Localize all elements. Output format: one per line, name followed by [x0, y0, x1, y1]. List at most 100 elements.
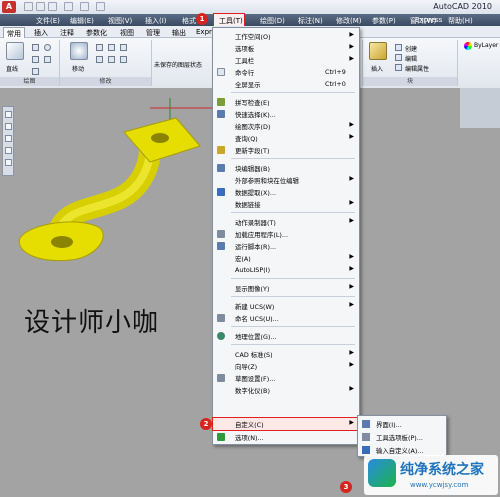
menu-item-workspace[interactable]: 工作空间(O) ▶ — [213, 30, 359, 42]
menu-item-load-application[interactable]: 加载应用程序(L)... — [213, 228, 359, 240]
menu-item-spell-check[interactable]: 拼写检查(E) — [213, 96, 359, 108]
menu-view[interactable]: 视图(V) — [108, 16, 132, 26]
new-icon[interactable] — [24, 2, 33, 11]
circle-icon[interactable] — [44, 44, 51, 51]
menu-item-command-line[interactable]: 命令行 Ctrl+9 — [213, 66, 359, 78]
menu-item-fullscreen[interactable]: 全屏显示 Ctrl+0 — [213, 78, 359, 90]
create-label[interactable]: 创建 — [405, 44, 417, 53]
menu-item-named-ucs[interactable]: 命名 UCS(U)... — [213, 312, 359, 324]
tab-parametric[interactable]: 参数化 — [86, 28, 107, 38]
hatch-icon[interactable] — [32, 68, 39, 75]
menu-draw[interactable]: 绘图(D) — [260, 16, 285, 26]
plot-icon[interactable] — [96, 2, 105, 11]
menu-item-toolbars[interactable]: 工具栏 ▶ — [213, 54, 359, 66]
chevron-right-icon: ▶ — [349, 121, 354, 128]
tab-output[interactable]: 输出 — [172, 28, 186, 38]
undo-icon[interactable] — [64, 2, 73, 11]
copy-icon[interactable] — [120, 44, 127, 51]
menu-item-cad-standards[interactable]: CAD 标准(S) ▶ — [213, 348, 359, 360]
layer-state[interactable]: 未保存的图层状态 — [154, 60, 202, 69]
menu-item-display-image[interactable]: 显示图像(Y) ▶ — [213, 282, 359, 294]
menu-item-tablet[interactable]: 数字化仪(B) ▶ — [213, 384, 359, 396]
rectangle-icon[interactable] — [44, 56, 51, 63]
menu-parametric[interactable]: 参数(P) — [372, 16, 396, 26]
tool-icon-3[interactable] — [5, 135, 12, 142]
submenu-item-tool-palettes[interactable]: 工具选项板(P)... — [358, 431, 446, 443]
menu-item-autolisp[interactable]: AutoLISP(I) ▶ — [213, 264, 359, 276]
menu-item-update-fields[interactable]: 更新字段(T) — [213, 144, 359, 156]
menu-item-wizards[interactable]: 向导(Z) ▶ — [213, 360, 359, 372]
autocad-logo-icon[interactable]: A — [2, 1, 16, 13]
edit-attribute-label[interactable]: 编辑属性 — [405, 64, 429, 73]
arc-icon[interactable] — [32, 56, 39, 63]
submenu-item-interface[interactable]: 界面(I)... — [358, 418, 446, 430]
draw-group: 直线 绘图 — [0, 40, 60, 86]
create-block-icon[interactable] — [395, 44, 402, 51]
tool-icon-5[interactable] — [5, 159, 12, 166]
move-icon[interactable] — [70, 42, 88, 60]
tab-express[interactable]: Expr — [196, 28, 212, 36]
menu-item-customize[interactable]: 自定义(C) ▶ — [212, 417, 360, 431]
mirror-icon[interactable] — [96, 56, 103, 63]
menu-item-data-extraction[interactable]: 数据提取(X)... — [213, 186, 359, 198]
menu-edit[interactable]: 编辑(E) — [70, 16, 94, 26]
menu-item-drafting-settings[interactable]: 草图设置(F)... — [213, 372, 359, 384]
rotate-icon[interactable] — [96, 44, 103, 51]
menu-item-draw-order[interactable]: 绘图次序(D) ▶ — [213, 120, 359, 132]
bylayer-label[interactable]: ByLayer — [474, 42, 498, 49]
chevron-right-icon: ▶ — [349, 301, 354, 308]
fillet-icon[interactable] — [108, 56, 115, 63]
menu-dimension[interactable]: 标注(N) — [298, 16, 323, 26]
menu-file[interactable]: 文件(E) — [36, 16, 60, 26]
menu-item-action-recorder[interactable]: 动作录制器(T) ▶ — [213, 216, 359, 228]
block-editor-icon — [217, 164, 225, 172]
draw-group-label: 绘图 — [0, 77, 59, 86]
menu-format[interactable]: 格式 — [182, 16, 196, 26]
menu-item-quick-select[interactable]: 快速选择(K)... — [213, 108, 359, 120]
tool-icon-4[interactable] — [5, 147, 12, 154]
trim-icon[interactable] — [108, 44, 115, 51]
tab-manage[interactable]: 管理 — [146, 28, 160, 38]
chevron-right-icon: ▶ — [349, 43, 354, 50]
menu-insert[interactable]: 插入(I) — [145, 16, 167, 26]
tab-home[interactable]: 常用 — [3, 27, 25, 38]
redo-icon[interactable] — [80, 2, 89, 11]
menu-item-block-editor[interactable]: 块编辑器(B) — [213, 162, 359, 174]
edit-label[interactable]: 编辑 — [405, 54, 417, 63]
tool-icon-1[interactable] — [5, 111, 12, 118]
tab-view[interactable]: 视图 — [120, 28, 134, 38]
explode-icon[interactable] — [120, 56, 127, 63]
line-icon[interactable] — [6, 42, 24, 60]
menu-item-data-links[interactable]: 数据链接 ▶ — [213, 198, 359, 210]
menu-item-new-ucs[interactable]: 新建 UCS(W) ▶ — [213, 300, 359, 312]
menu-modify[interactable]: 修改(M) — [336, 16, 362, 26]
color-wheel-icon[interactable] — [464, 42, 472, 50]
insert-icon[interactable] — [369, 42, 387, 60]
save-icon[interactable] — [48, 2, 57, 11]
polyline-icon[interactable] — [32, 44, 39, 51]
top-flange-hole — [151, 133, 169, 143]
modify-group-label: 修改 — [60, 77, 151, 86]
line-label: 直线 — [6, 66, 19, 73]
menu-item-macro[interactable]: 宏(A) ▶ — [213, 252, 359, 264]
menu-item-xref-edit[interactable]: 外部参照和块在位编辑 ▶ — [213, 174, 359, 186]
globe-icon — [217, 332, 225, 340]
menu-separator — [231, 158, 355, 159]
menu-item-inquiry[interactable]: 查询(Q) ▶ — [213, 132, 359, 144]
viewcube-area[interactable] — [460, 88, 500, 128]
tool-icon-2[interactable] — [5, 123, 12, 130]
menu-express[interactable]: Express — [415, 16, 442, 24]
menu-help[interactable]: 帮助(H) — [448, 16, 473, 26]
menu-item-palettes[interactable]: 选项板 ▶ — [213, 42, 359, 54]
watermark-logo-icon — [368, 459, 396, 487]
menu-tools[interactable]: 工具(T) — [213, 13, 245, 27]
edit-attribute-icon[interactable] — [395, 64, 402, 71]
edit-block-icon[interactable] — [395, 54, 402, 61]
menu-item-run-script[interactable]: 运行脚本(R)... — [213, 240, 359, 252]
menu-item-options[interactable]: 选项(N)... — [213, 431, 359, 443]
open-icon[interactable] — [36, 2, 45, 11]
menu-item-geographic-location[interactable]: 地理位置(G)... — [213, 330, 359, 342]
tab-annotate[interactable]: 注释 — [60, 28, 74, 38]
tab-insert[interactable]: 插入 — [34, 28, 48, 38]
move-label: 移动 — [72, 66, 85, 73]
